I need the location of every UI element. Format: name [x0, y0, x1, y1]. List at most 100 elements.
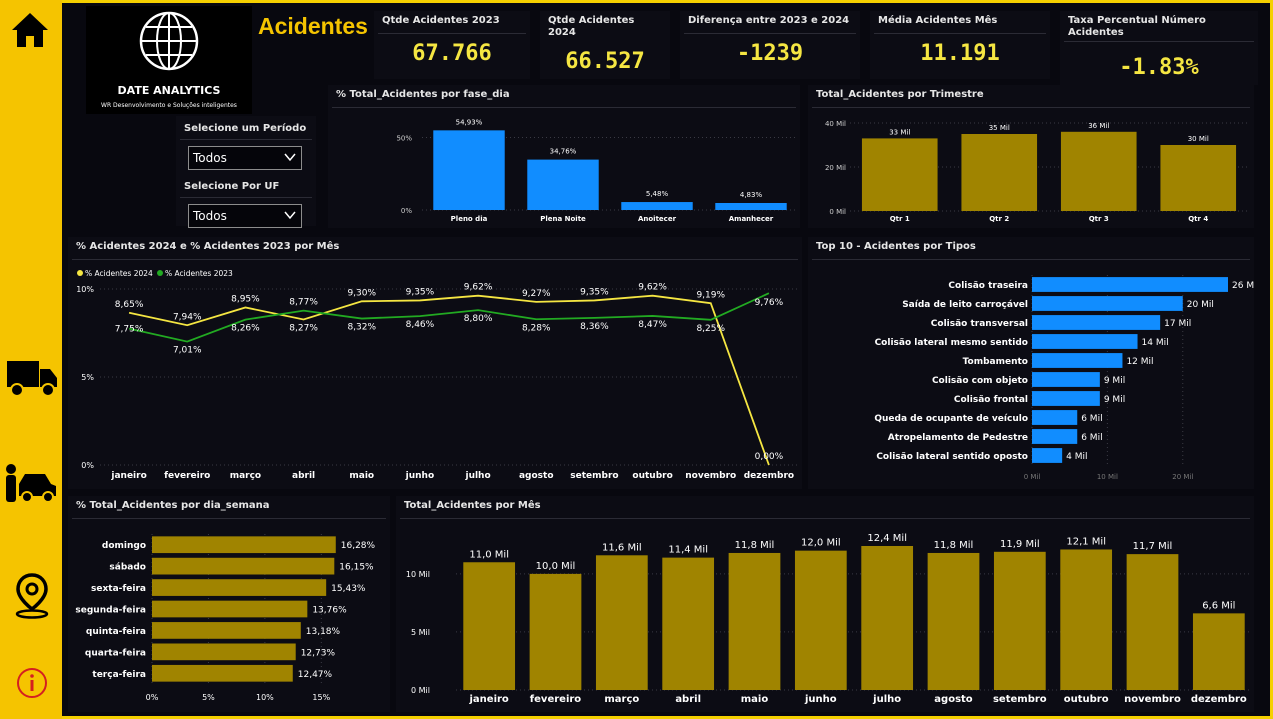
x-tick-label: setembro — [570, 471, 618, 481]
category-label: segunda-feira — [75, 606, 146, 616]
data-label: 11,8 Mil — [735, 540, 775, 551]
bar — [861, 546, 914, 690]
bar — [1032, 391, 1100, 406]
data-label: 12,73% — [301, 648, 336, 658]
bar — [1032, 429, 1078, 444]
category-label: sábado — [109, 563, 146, 573]
x-tick-label: 10% — [256, 693, 274, 702]
x-tick-label: abril — [675, 694, 701, 705]
bar — [152, 579, 327, 596]
location-pin-icon[interactable] — [14, 573, 50, 619]
bar — [662, 557, 715, 690]
x-tick-label: agosto — [519, 471, 554, 481]
uf-select-value: Todos — [193, 209, 227, 223]
data-label: 11,8 Mil — [934, 540, 974, 551]
data-label: 34,76% — [550, 148, 577, 156]
uf-select[interactable]: Todos — [188, 204, 302, 228]
chart-mes-pct: % Acidentes 2024 e % Acidentes 2023 por … — [68, 237, 802, 489]
x-tick-label: Amanhecer — [729, 215, 774, 223]
chart-fase-dia: % Total_Acidentes por fase_dia 0% 50% 54,9… — [328, 85, 800, 228]
bar — [993, 551, 1046, 690]
bar — [595, 555, 648, 690]
data-label: 8,80% — [464, 314, 493, 324]
truck-icon[interactable] — [6, 358, 58, 398]
x-tick-label: dezembro — [744, 471, 794, 481]
legend-marker — [157, 270, 163, 276]
data-label: 8,25% — [696, 324, 725, 334]
x-tick-label: agosto — [934, 694, 973, 705]
chevron-down-icon — [284, 211, 296, 220]
x-tick-label: maio — [741, 694, 769, 705]
data-label: 12,47% — [298, 670, 333, 680]
kpi-label: Diferença entre 2023 e 2024 — [688, 15, 850, 26]
data-label: 6 Mil — [1081, 414, 1102, 424]
home-icon[interactable] — [10, 10, 50, 50]
x-tick-label: março — [604, 694, 639, 705]
x-tick-label: Qtr 4 — [1188, 215, 1208, 223]
logo-name: DATE ANALYTICS — [117, 84, 221, 97]
data-label: 8,65% — [115, 300, 144, 310]
data-label: 8,32% — [347, 323, 376, 333]
y-tick-label: 40 Mil — [825, 120, 846, 128]
kpi-value: 11.191 — [920, 41, 1000, 66]
data-label: 9,19% — [696, 290, 725, 300]
data-label: 33 Mil — [889, 128, 910, 136]
period-label: Selecione um Período — [184, 123, 307, 134]
period-select[interactable]: Todos — [188, 146, 302, 170]
bar — [527, 159, 599, 210]
series-line — [128, 294, 770, 466]
kpi-card: Qtde Acidentes 2024 66.527 — [540, 11, 670, 79]
chart-dia-semana: % Total_Acidentes por dia_semana 0% 5% 10%… — [68, 496, 390, 712]
bar — [1032, 410, 1078, 425]
data-label: 35 Mil — [989, 124, 1010, 132]
data-label: 36 Mil — [1088, 122, 1109, 130]
y-tick-label: 0% — [81, 461, 94, 470]
x-tick-label: 15% — [312, 693, 330, 702]
bar — [1160, 145, 1237, 211]
y-tick-label: 50% — [396, 135, 412, 143]
x-tick-label: novembro — [1124, 694, 1181, 705]
data-label: 8,46% — [406, 320, 435, 330]
data-label: 9,35% — [406, 287, 435, 297]
category-label: terça-feira — [92, 670, 146, 680]
bar — [1192, 613, 1245, 690]
data-label: 9,76% — [755, 298, 784, 308]
x-tick-label: julho — [872, 694, 901, 705]
data-label: 11,7 Mil — [1133, 541, 1173, 552]
x-tick-label: abril — [292, 471, 315, 481]
bar — [1032, 353, 1123, 368]
y-tick-label: 0% — [401, 207, 412, 215]
data-label: 17 Mil — [1164, 319, 1191, 329]
page-title: Acidentes — [258, 13, 368, 39]
data-label: 13,76% — [312, 606, 347, 616]
x-tick-label: Pleno dia — [451, 215, 488, 223]
data-label: 8,95% — [231, 294, 260, 304]
x-tick-label: setembro — [993, 694, 1047, 705]
y-tick-label: 0 Mil — [829, 208, 846, 216]
data-label: 11,9 Mil — [1000, 539, 1040, 550]
category-label: Tombamento — [963, 357, 1028, 367]
data-label: 9,62% — [464, 283, 493, 293]
bar — [152, 600, 308, 618]
data-label: 7,94% — [173, 312, 202, 322]
bar — [433, 130, 505, 210]
data-label: 4,83% — [740, 191, 763, 199]
logo: DATE ANALYTICS WR Desenvolvimento e Solu… — [86, 6, 252, 114]
legend-label: % Acidentes 2023 — [165, 269, 233, 278]
x-tick-label: Qtr 2 — [989, 215, 1009, 223]
period-select-value: Todos — [193, 151, 227, 165]
data-label: 26 Mil — [1232, 281, 1254, 291]
data-label: 10,0 Mil — [536, 561, 576, 572]
kpi-label: Qtde Acidentes 2024 — [548, 15, 635, 38]
bar — [1060, 131, 1137, 211]
data-label: 16,15% — [339, 563, 374, 573]
data-label: 20 Mil — [1187, 300, 1214, 310]
info-icon[interactable] — [16, 667, 48, 699]
legend-marker — [77, 270, 83, 276]
x-tick-label: fevereiro — [530, 694, 582, 705]
person-car-icon[interactable] — [3, 462, 57, 504]
data-label: 30 Mil — [1188, 135, 1209, 143]
bar — [1060, 549, 1113, 690]
data-label: 11,6 Mil — [602, 542, 642, 553]
data-label: 12,4 Mil — [867, 533, 907, 544]
